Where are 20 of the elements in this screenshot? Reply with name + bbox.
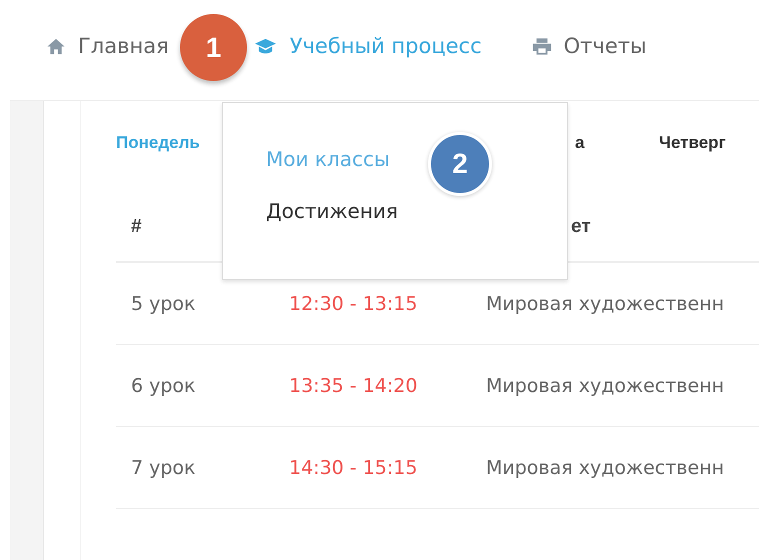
day-tab[interactable]: Четверг: [659, 133, 726, 153]
column-header: #: [130, 216, 143, 238]
printer-icon: [532, 36, 552, 56]
table-cell: Мировая художественн: [486, 292, 724, 314]
table-cell-text: 14:30 - 15:15: [289, 456, 418, 478]
nav-link[interactable]: Главная: [46, 34, 169, 58]
table-cell-text: 7 урок: [130, 456, 197, 478]
table-cell-text: 5 урок: [130, 292, 197, 314]
nav-link[interactable]: Отчеты: [532, 34, 647, 58]
table-cell-text: 13:35 - 14:20: [289, 374, 418, 396]
step-badge: 1: [180, 14, 247, 81]
day-tab[interactable]: а: [575, 133, 659, 153]
column-header: ет: [570, 216, 591, 238]
table-cell: Мировая художественн: [486, 456, 724, 478]
menu-item[interactable]: Достижения: [266, 199, 398, 223]
table-cell-text: 12:30 - 13:15: [289, 292, 418, 314]
table-cell: Мировая художественн: [486, 374, 724, 396]
table-cell-text: 6 урок: [130, 374, 197, 396]
graduation-cap-icon: [252, 36, 278, 56]
home-icon: [46, 36, 66, 56]
